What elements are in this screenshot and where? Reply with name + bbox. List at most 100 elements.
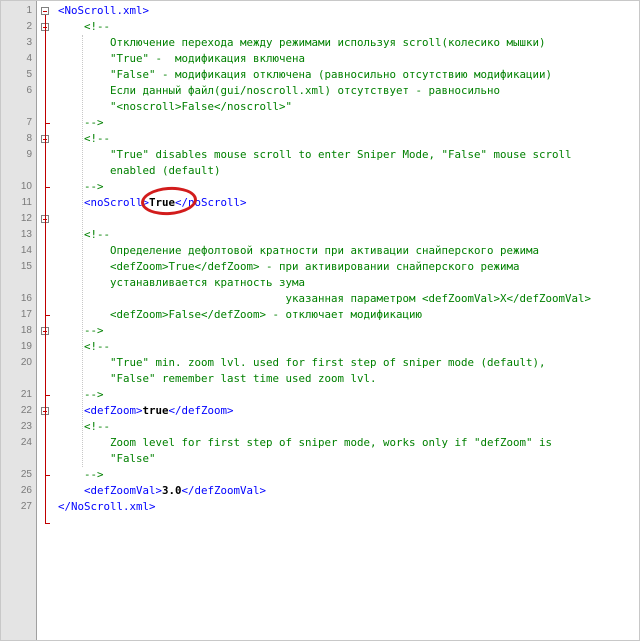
code-line[interactable]: устанавливается кратность зума: [1, 275, 639, 291]
code-line[interactable]: 9 "True" disables mouse scroll to enter …: [1, 147, 639, 163]
code-text[interactable]: -->: [58, 387, 104, 403]
code-line[interactable]: 25 -->: [1, 467, 639, 483]
code-line[interactable]: 16 указанная параметром <defZoomVal>X</d…: [1, 291, 639, 307]
code-text[interactable]: "False" - модификация отключена (равноси…: [58, 67, 552, 83]
xml-comment: Отключение перехода между режимами испол…: [58, 36, 546, 49]
code-line[interactable]: 20 "True" min. zoom lvl. used for first …: [1, 355, 639, 371]
xml-value: true: [142, 404, 169, 417]
line-number: 6: [26, 85, 32, 96]
xml-comment: -->: [58, 324, 104, 337]
code-text[interactable]: <!--: [58, 131, 110, 147]
code-text[interactable]: <!--: [58, 19, 110, 35]
line-number: 1: [26, 5, 32, 16]
code-text[interactable]: -->: [58, 115, 104, 131]
code-text[interactable]: устанавливается кратность зума: [58, 275, 305, 291]
fold-end-marker: [45, 315, 50, 316]
code-line[interactable]: "False": [1, 451, 639, 467]
code-line[interactable]: "<noscroll>False</noscroll>": [1, 99, 639, 115]
line-number: 15: [20, 261, 32, 272]
code-line[interactable]: 11 <noScroll>True</noScroll>: [1, 195, 639, 211]
code-text[interactable]: <!--: [58, 339, 110, 355]
line-number: 16: [20, 293, 32, 304]
code-line[interactable]: 5 "False" - модификация отключена (равно…: [1, 67, 639, 83]
xml-comment: Zoom level for first step of sniper mode…: [58, 436, 553, 449]
code-text[interactable]: "True" disables mouse scroll to enter Sn…: [58, 147, 572, 163]
line-number: 9: [26, 149, 32, 160]
code-text[interactable]: "False" remember last time used zoom lvl…: [58, 371, 377, 387]
line-number: 4: [26, 53, 32, 64]
line-number: 5: [26, 69, 32, 80]
code-text[interactable]: Если данный файл(gui/noscroll.xml) отсут…: [58, 83, 500, 99]
code-line[interactable]: 14 Определение дефолтовой кратности при …: [1, 243, 639, 259]
code-text[interactable]: <defZoomVal>3.0</defZoomVal>: [58, 483, 266, 499]
line-number: 14: [20, 245, 32, 256]
code-line[interactable]: 1 <NoScroll.xml>: [1, 3, 639, 19]
code-line[interactable]: 23 <!--: [1, 419, 639, 435]
fold-toggle-icon[interactable]: [41, 7, 49, 15]
indent-guide: [82, 35, 83, 467]
xml-comment: <defZoom>True</defZoom> - при активирова…: [58, 260, 520, 273]
xml-comment: "False" remember last time used zoom lvl…: [58, 372, 377, 385]
code-line[interactable]: 2 <!--: [1, 19, 639, 35]
code-text[interactable]: <defZoom>True</defZoom> - при активирова…: [58, 259, 520, 275]
xml-comment: устанавливается кратность зума: [58, 276, 306, 289]
fold-end-marker: [45, 395, 50, 396]
fold-end-marker: [45, 523, 50, 524]
code-text[interactable]: <NoScroll.xml>: [58, 3, 149, 19]
code-line[interactable]: 19 <!--: [1, 339, 639, 355]
xml-comment: "True" - модификация включена: [58, 52, 306, 65]
line-number: 20: [20, 357, 32, 368]
code-line[interactable]: 22 <defZoom>true</defZoom>: [1, 403, 639, 419]
code-text[interactable]: <!--: [58, 419, 110, 435]
code-text[interactable]: <defZoom>False</defZoom> - отключает мод…: [58, 307, 422, 323]
xml-comment: "False" - модификация отключена (равноси…: [58, 68, 553, 81]
code-text[interactable]: -->: [58, 467, 104, 483]
code-line[interactable]: 4 "True" - модификация включена: [1, 51, 639, 67]
code-line[interactable]: 6 Если данный файл(gui/noscroll.xml) отс…: [1, 83, 639, 99]
code-text[interactable]: <defZoom>true</defZoom>: [58, 403, 234, 419]
code-line[interactable]: 12: [1, 211, 639, 227]
line-number: 21: [20, 389, 32, 400]
code-text[interactable]: "True" min. zoom lvl. used for first ste…: [58, 355, 546, 371]
code-text[interactable]: -->: [58, 323, 104, 339]
code-line[interactable]: 10 -->: [1, 179, 639, 195]
code-line[interactable]: 26 <defZoomVal>3.0</defZoomVal>: [1, 483, 639, 499]
xml-tag: </NoScroll.xml>: [58, 500, 156, 513]
code-editor[interactable]: 1 <NoScroll.xml> 2 <!-- 3 Отключение перехо…: [0, 0, 640, 641]
code-text[interactable]: Определение дефолтовой кратности при акт…: [58, 243, 539, 259]
code-text[interactable]: "False": [58, 451, 156, 467]
code-line[interactable]: "False" remember last time used zoom lvl…: [1, 371, 639, 387]
xml-comment: <!--: [58, 228, 111, 241]
line-number: 23: [20, 421, 32, 432]
xml-value: 3.0: [162, 484, 182, 497]
code-line[interactable]: 8 <!--: [1, 131, 639, 147]
xml-comment: -->: [58, 180, 104, 193]
xml-comment: Определение дефолтовой кратности при акт…: [58, 244, 540, 257]
code-text[interactable]: Zoom level for first step of sniper mode…: [58, 435, 552, 451]
line-number: 25: [20, 469, 32, 480]
xml-tag: <NoScroll.xml>: [58, 4, 150, 17]
fold-guide-line: [45, 31, 46, 123]
code-text[interactable]: -->: [58, 179, 104, 195]
code-line[interactable]: enabled (default): [1, 163, 639, 179]
code-text[interactable]: <!--: [58, 227, 110, 243]
code-line[interactable]: 27 </NoScroll.xml>: [1, 499, 639, 515]
code-line[interactable]: 3 Отключение перехода между режимами исп…: [1, 35, 639, 51]
code-line[interactable]: 13 <!--: [1, 227, 639, 243]
line-number: 24: [20, 437, 32, 448]
code-line[interactable]: 7 -->: [1, 115, 639, 131]
xml-tag: <defZoomVal>: [58, 484, 163, 497]
code-text[interactable]: "<noscroll>False</noscroll>": [58, 99, 292, 115]
code-line[interactable]: 18 -->: [1, 323, 639, 339]
code-line[interactable]: 24 Zoom level for first step of sniper m…: [1, 435, 639, 451]
code-text[interactable]: указанная параметром <defZoomVal>X</defZ…: [58, 291, 592, 307]
code-line[interactable]: 15 <defZoom>True</defZoom> - при активир…: [1, 259, 639, 275]
code-text[interactable]: </NoScroll.xml>: [58, 499, 156, 515]
code-line[interactable]: 21 -->: [1, 387, 639, 403]
code-text[interactable]: Отключение перехода между режимами испол…: [58, 35, 546, 51]
xml-comment: -->: [58, 388, 104, 401]
code-text[interactable]: "True" - модификация включена: [58, 51, 305, 67]
line-number: 8: [26, 133, 32, 144]
line-number: 10: [20, 181, 32, 192]
code-line[interactable]: 17 <defZoom>False</defZoom> - отключает …: [1, 307, 639, 323]
